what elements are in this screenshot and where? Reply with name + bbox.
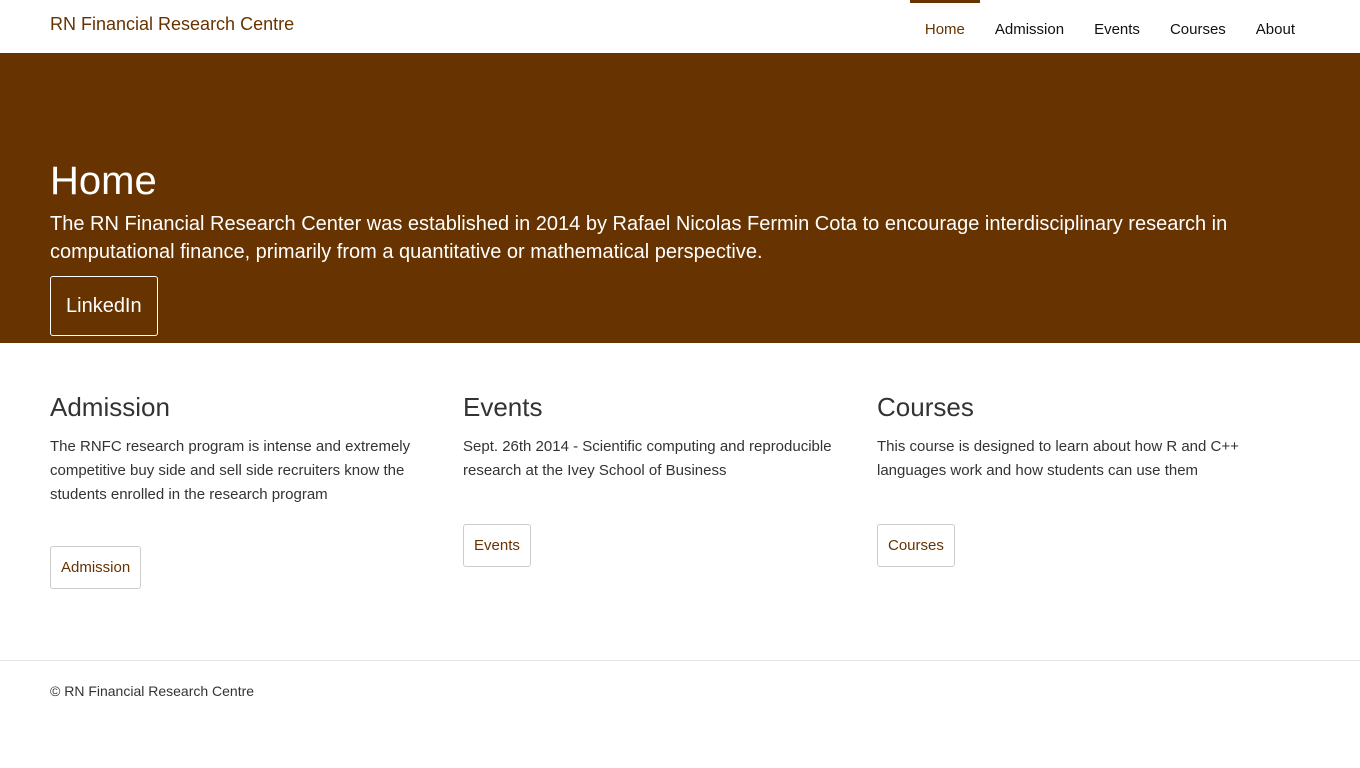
site-footer: © RN Financial Research Centre xyxy=(0,660,1360,768)
card-text: The RNFC research program is intense and… xyxy=(50,438,411,503)
hero-section: Home The RN Financial Research Center wa… xyxy=(0,53,1360,343)
hero-title: Home xyxy=(50,159,157,203)
footer-copyright: © RN Financial Research Centre xyxy=(50,683,255,699)
card-events: Events Sept. 26th 2014 - Scientific comp… xyxy=(463,391,853,483)
card-title: Events xyxy=(463,392,543,422)
nav-item-home[interactable]: Home xyxy=(909,0,980,53)
card-courses: Courses This course is designed to learn… xyxy=(877,391,1267,483)
card-title: Courses xyxy=(877,392,974,422)
card-text: This course is designed to learn about h… xyxy=(877,438,1239,479)
card-text: Sept. 26th 2014 - Scientific computing a… xyxy=(463,438,832,479)
card-admission: Admission The RNFC research program is i… xyxy=(50,391,440,507)
nav-item-events[interactable]: Events xyxy=(1079,0,1155,53)
nav-item-courses[interactable]: Courses xyxy=(1155,0,1241,53)
admission-button[interactable]: Admission xyxy=(50,546,142,589)
main-nav: Home Admission Events Courses About xyxy=(909,0,1310,53)
nav-item-admission[interactable]: Admission xyxy=(980,0,1079,53)
site-header: RN Financial Research Centre Home Admiss… xyxy=(0,0,1360,53)
brand-link[interactable]: RN Financial Research Centre xyxy=(50,13,294,35)
nav-item-about[interactable]: About xyxy=(1241,0,1310,53)
events-button[interactable]: Events xyxy=(463,524,531,567)
card-title: Admission xyxy=(50,392,170,422)
hero-description: The RN Financial Research Center was est… xyxy=(50,213,1228,263)
cards-section: Admission The RNFC research program is i… xyxy=(0,343,1360,660)
linkedin-button[interactable]: LinkedIn xyxy=(50,276,158,336)
courses-button[interactable]: Courses xyxy=(877,524,955,567)
